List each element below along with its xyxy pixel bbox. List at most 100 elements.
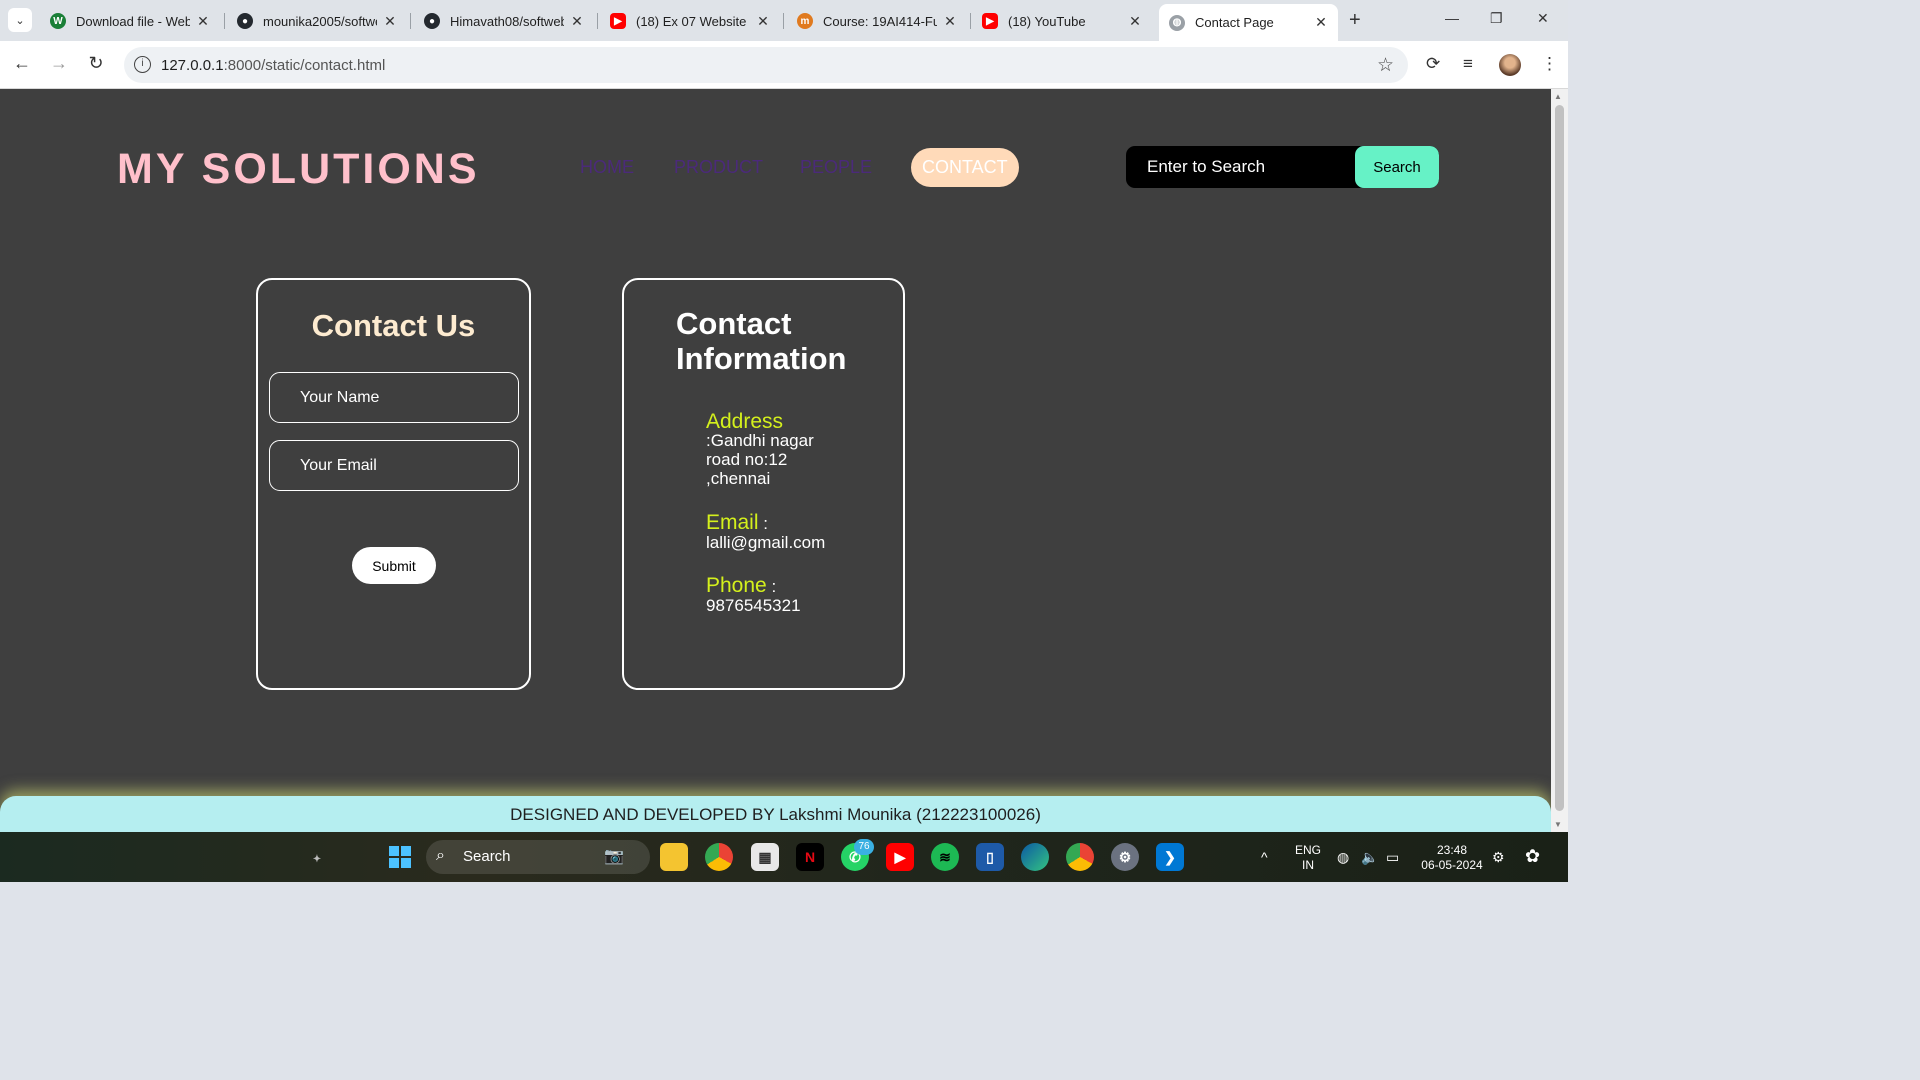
nav-link-contact[interactable]: CONTACT [911, 148, 1019, 187]
restore-icon[interactable]: ❐ [1490, 10, 1503, 27]
contact-form-title: Contact Us [311, 308, 476, 343]
nav-link-product[interactable]: PRODUCT [674, 157, 763, 178]
nav-link-people[interactable]: PEOPLE [800, 157, 872, 178]
tab-title: mounika2005/softwe [263, 13, 377, 29]
media-control-icon[interactable]: ≡ [1463, 54, 1473, 74]
close-tab-icon[interactable]: ✕ [196, 13, 210, 30]
clock[interactable]: 23:48 06-05-2024 [1416, 843, 1488, 873]
language-indicator[interactable]: ENG IN [1292, 843, 1324, 873]
edge-icon[interactable] [1021, 843, 1049, 871]
more-menu-icon[interactable]: ⋮ [1541, 54, 1558, 74]
chrome-profile-icon[interactable] [1066, 843, 1094, 871]
new-tab-plus-icon[interactable]: + [1349, 9, 1361, 32]
windows-taskbar: ✦ ⌕ Search 📷 ▦ N ✆ ▶ ≋ ▯ ⚙ ❯ [0, 832, 1568, 882]
tab-search-menu-button[interactable]: ⌄ [8, 8, 32, 32]
close-tab-icon[interactable]: ✕ [943, 13, 957, 30]
forward-arrow-icon[interactable]: → [47, 53, 71, 74]
copilot-icon[interactable]: ✿ [1525, 846, 1540, 867]
network-globe-icon[interactable]: ◍ [1337, 849, 1349, 866]
performance-icon[interactable]: ⟳ [1426, 54, 1440, 74]
tab-title: (18) Ex 07 Website fo [636, 13, 750, 29]
profile-avatar[interactable] [1499, 54, 1521, 76]
reload-icon[interactable]: ↻ [84, 53, 108, 74]
scroll-down-icon[interactable]: ▼ [1554, 820, 1562, 829]
email-colon: : [758, 514, 768, 533]
browser-tab[interactable]: m Course: 19AI414-Fun ✕ [787, 6, 967, 36]
email-field[interactable] [269, 440, 519, 491]
file-explorer-icon[interactable] [660, 843, 688, 871]
contact-form-card: Contact Us Submit [256, 278, 531, 690]
close-tab-icon[interactable]: ✕ [756, 13, 770, 30]
tab-title: Course: 19AI414-Fun [823, 13, 937, 29]
tab-divider [224, 13, 225, 29]
tab-divider [970, 13, 971, 29]
submit-button[interactable]: Submit [352, 547, 436, 584]
widget-icon[interactable]: ✦ [303, 845, 331, 873]
site-info-icon[interactable]: i [134, 56, 151, 73]
start-windows-icon[interactable] [386, 843, 414, 871]
search-input[interactable] [1126, 146, 1355, 188]
contact-info-title: Contact Information [676, 306, 847, 376]
settings-gear-icon[interactable]: ⚙ [1111, 843, 1139, 871]
contact-info-card: Contact Information Address :Gandhi naga… [622, 278, 905, 690]
nav-link-home[interactable]: HOME [580, 157, 634, 178]
page-scrollbar[interactable]: ▲ ▼ [1551, 89, 1568, 832]
tab-divider [597, 13, 598, 29]
tab-title: Download file - Webt [76, 13, 190, 29]
browser-tab[interactable]: ● mounika2005/softwe ✕ [227, 6, 407, 36]
notification-gear-icon[interactable]: ⚙ [1492, 849, 1505, 866]
store-icon[interactable]: ▦ [751, 843, 779, 871]
scroll-up-icon[interactable]: ▲ [1554, 92, 1562, 101]
chevron-down-icon: ⌄ [15, 14, 25, 27]
close-tab-icon[interactable]: ✕ [1128, 13, 1142, 30]
clock-time: 23:48 [1436, 843, 1468, 857]
chevron-up-icon[interactable]: ^ [1261, 849, 1268, 865]
search-button[interactable]: Search [1355, 146, 1439, 188]
phone-label: Phone [706, 574, 767, 597]
close-tab-icon[interactable]: ✕ [570, 13, 584, 30]
youtube-icon: ▶ [610, 13, 626, 29]
vscode-icon[interactable]: ❯ [1156, 843, 1184, 871]
scroll-thumb[interactable] [1555, 105, 1564, 811]
browser-tab[interactable]: ▶ (18) Ex 07 Website fo ✕ [600, 6, 780, 36]
region-code: IN [1302, 858, 1314, 872]
phone-link-icon[interactable]: ▯ [976, 843, 1004, 871]
address-line: :Gandhi nagar [706, 431, 814, 450]
address-bar[interactable]: i 127.0.0.1:8000/static/contact.html ☆ [124, 47, 1408, 83]
browser-tab[interactable]: ● Himavath08/softweb ✕ [414, 6, 594, 36]
taskbar-search-label: Search [463, 848, 511, 865]
tab-title: Himavath08/softweb [450, 13, 564, 29]
volume-icon[interactable]: 🔈 [1361, 849, 1378, 866]
spotify-icon[interactable]: ≋ [931, 843, 959, 871]
url-path: :8000/static/contact.html [223, 57, 386, 74]
chrome-icon[interactable] [705, 843, 733, 871]
taskbar-search[interactable]: ⌕ Search 📷 [426, 840, 650, 874]
github-icon: ● [424, 13, 440, 29]
close-tab-icon[interactable]: ✕ [383, 13, 397, 30]
url-text[interactable]: 127.0.0.1:8000/static/contact.html [161, 57, 385, 74]
tab-divider [410, 13, 411, 29]
battery-icon[interactable]: ▭ [1386, 849, 1399, 866]
browser-tab[interactable]: ▶ (18) YouTube ✕ [972, 6, 1152, 36]
browser-tab[interactable]: W Download file - Webt ✕ [40, 6, 220, 36]
bookmark-star-icon[interactable]: ☆ [1377, 54, 1394, 77]
search-icon: ⌕ [436, 847, 445, 864]
back-arrow-icon[interactable]: ← [10, 53, 34, 74]
minimize-icon[interactable]: — [1445, 10, 1459, 26]
tab-divider [783, 13, 784, 29]
youtube-icon[interactable]: ▶ [886, 843, 914, 871]
browser-tab-active[interactable]: ◍ Contact Page ✕ [1159, 4, 1338, 41]
name-field[interactable] [269, 372, 519, 423]
globe-icon: ◍ [1169, 14, 1185, 31]
netflix-icon[interactable]: N [796, 843, 824, 871]
close-window-icon[interactable]: ✕ [1537, 10, 1549, 27]
language-code: ENG [1294, 843, 1321, 857]
address-label: Address [706, 410, 784, 433]
url-host: 127.0.0.1 [161, 57, 224, 74]
moodle-icon: m [797, 13, 813, 29]
site-brand: MY SOLUTIONS [117, 145, 480, 193]
phone-block: Phone : 9876545321 [706, 574, 886, 615]
close-tab-icon[interactable]: ✕ [1314, 14, 1328, 31]
whatsapp-badge: 76 [854, 839, 874, 855]
phone-value: 9876545321 [706, 596, 801, 615]
